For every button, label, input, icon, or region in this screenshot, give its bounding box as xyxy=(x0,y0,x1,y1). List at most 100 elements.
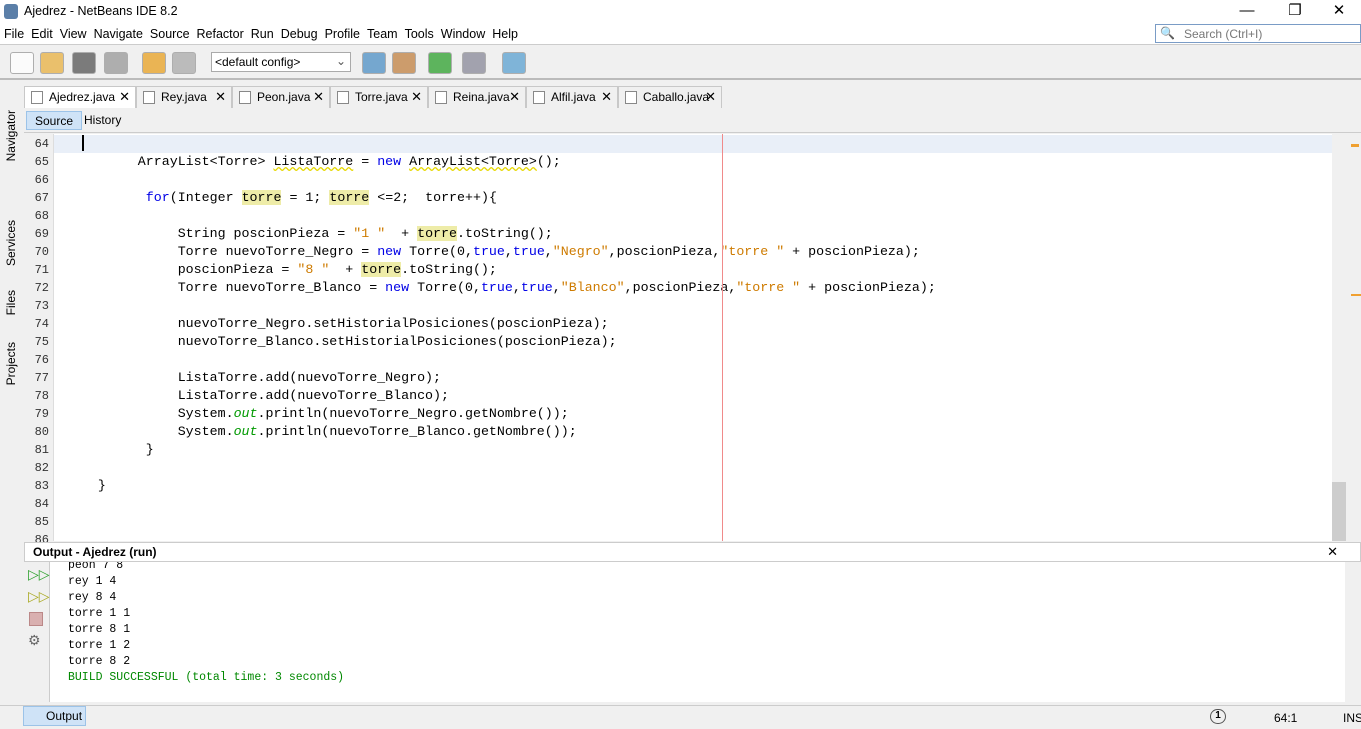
status-bar: 1 64:1 INS xyxy=(0,705,1361,729)
tab-alfil[interactable]: Alfil.java ✕ xyxy=(526,86,618,108)
new-project-icon[interactable] xyxy=(40,52,64,74)
current-line-highlight xyxy=(54,135,1332,153)
menu-run[interactable]: Run xyxy=(247,24,277,41)
tab-source[interactable]: Source xyxy=(26,111,83,130)
redo-icon[interactable] xyxy=(172,52,196,74)
menu-team[interactable]: Team xyxy=(363,24,401,41)
line-number: 73 xyxy=(34,299,49,313)
code-token: = 1; xyxy=(281,190,330,205)
new-file-icon[interactable] xyxy=(10,52,34,74)
code-token: , xyxy=(544,244,553,259)
editor-scrollbar[interactable] xyxy=(1332,134,1361,541)
code-token: , xyxy=(512,280,521,295)
build-result: BUILD SUCCESSFUL (total time: 3 seconds) xyxy=(68,671,345,684)
sidebar-files[interactable]: Files xyxy=(4,290,18,315)
config-select[interactable]: <default config> ⌄ xyxy=(211,52,351,72)
code-editor[interactable]: ArrayList<Torre> ListaTorre = new ArrayL… xyxy=(54,134,1332,541)
caret-position: 64:1 xyxy=(1274,711,1298,725)
save-all-icon[interactable] xyxy=(104,52,128,74)
code-token: "Blanco" xyxy=(560,280,625,295)
right-margin-line xyxy=(722,134,723,541)
line-number: 76 xyxy=(34,353,49,367)
line-number: 77 xyxy=(34,371,49,385)
tab-ajedrez[interactable]: Ajedrez.java ✕ xyxy=(24,86,136,108)
menu-tools[interactable]: Tools xyxy=(401,24,437,41)
tab-close-icon[interactable]: ✕ xyxy=(509,89,520,105)
minimize-button[interactable]: — xyxy=(1224,0,1270,24)
output-actions: ▷▷ ▷▷ ⚙ xyxy=(24,562,50,702)
code-token: , xyxy=(504,244,513,259)
rerun-icon[interactable]: ▷▷ xyxy=(28,566,50,583)
undo-icon[interactable] xyxy=(142,52,166,74)
stop-icon[interactable] xyxy=(29,612,43,626)
close-button[interactable]: ✕ xyxy=(1316,0,1361,24)
code-token: Torre nuevoTorre_Blanco = xyxy=(58,280,386,295)
tab-rey[interactable]: Rey.java ✕ xyxy=(136,86,232,108)
output-scrollbar[interactable] xyxy=(1345,562,1361,702)
tab-peon[interactable]: Peon.java ✕ xyxy=(232,86,330,108)
tab-close-icon[interactable]: ✕ xyxy=(601,89,612,105)
code-line: } xyxy=(58,441,154,459)
clean-build-icon[interactable] xyxy=(392,52,416,74)
tab-close-icon[interactable]: ✕ xyxy=(119,89,130,105)
sidebar-services[interactable]: Services xyxy=(4,220,18,266)
profile-icon[interactable] xyxy=(502,52,526,74)
restore-button[interactable]: ❐ xyxy=(1272,0,1318,24)
code-line: Torre nuevoTorre_Negro = new Torre(0,tru… xyxy=(58,243,920,261)
tab-torre[interactable]: Torre.java ✕ xyxy=(330,86,428,108)
code-line: nuevoTorre_Blanco.setHistorialPosiciones… xyxy=(58,333,617,351)
code-token: ArrayList<Torre> xyxy=(58,154,274,169)
code-token: (Integer xyxy=(169,190,242,205)
menu-navigate[interactable]: Navigate xyxy=(90,24,146,41)
scroll-thumb[interactable] xyxy=(1332,482,1346,541)
tab-close-icon[interactable]: ✕ xyxy=(215,89,226,105)
window-title: Ajedrez - NetBeans IDE 8.2 xyxy=(24,4,178,18)
warning-marker[interactable] xyxy=(1351,144,1359,147)
search-input[interactable]: 🔍 Search (Ctrl+I) xyxy=(1155,24,1361,43)
menu-file[interactable]: File xyxy=(0,24,27,41)
menu-debug[interactable]: Debug xyxy=(277,24,321,41)
tab-history[interactable]: History xyxy=(76,111,129,130)
code-token: "Negro" xyxy=(552,244,609,259)
code-token: ListaTorre.add(nuevoTorre_Negro); xyxy=(58,370,442,385)
sidebar-navigator[interactable]: Navigator xyxy=(4,110,18,161)
code-line: String poscionPieza = "1 " + torre.toStr… xyxy=(58,225,553,243)
menu-view[interactable]: View xyxy=(56,24,90,41)
java-file-icon xyxy=(337,91,349,104)
menu-profile[interactable]: Profile xyxy=(321,24,363,41)
line-number: 70 xyxy=(34,245,49,259)
output-console[interactable]: peon 7 8 rey 1 4 rey 8 4 torre 1 1 torre 8 1… xyxy=(50,562,1345,702)
code-token: .toString(); xyxy=(401,262,497,277)
menu-window[interactable]: Window xyxy=(437,24,488,41)
build-icon[interactable] xyxy=(362,52,386,74)
warning-marker[interactable] xyxy=(1351,294,1361,296)
output-close-icon[interactable]: ✕ xyxy=(1327,544,1338,560)
tab-reina[interactable]: Reina.java ✕ xyxy=(428,86,526,108)
tab-close-icon[interactable]: ✕ xyxy=(313,89,324,105)
rerun-with-params-icon[interactable]: ▷▷ xyxy=(28,588,50,605)
code-line: Torre nuevoTorre_Blanco = new Torre(0,tr… xyxy=(58,279,936,297)
code-token: torre xyxy=(361,262,402,277)
settings-icon[interactable]: ⚙ xyxy=(28,632,41,649)
tab-caballo[interactable]: Caballo.java ✕ xyxy=(618,86,722,108)
menu-edit[interactable]: Edit xyxy=(27,24,56,41)
line-number: 82 xyxy=(34,461,49,475)
tab-close-icon[interactable]: ✕ xyxy=(411,89,422,105)
code-token: } xyxy=(58,442,154,457)
code-token: Torre nuevoTorre_Negro = xyxy=(58,244,378,259)
line-number: 71 xyxy=(34,263,49,277)
tab-close-icon[interactable]: ✕ xyxy=(705,89,716,105)
output-window-tab[interactable]: Output xyxy=(23,706,86,726)
sidebar-projects[interactable]: Projects xyxy=(4,342,18,385)
caret xyxy=(82,135,84,151)
line-number: 65 xyxy=(34,155,49,169)
menu-help[interactable]: Help xyxy=(488,24,521,41)
code-line: ListaTorre.add(nuevoTorre_Blanco); xyxy=(58,387,449,405)
notifications-badge[interactable]: 1 xyxy=(1210,709,1226,724)
open-project-icon[interactable] xyxy=(72,52,96,74)
menu-refactor[interactable]: Refactor xyxy=(193,24,247,41)
title-bar: Ajedrez - NetBeans IDE 8.2 — ❐ ✕ xyxy=(0,0,1361,24)
run-icon[interactable] xyxy=(428,52,452,74)
debug-icon[interactable] xyxy=(462,52,486,74)
menu-source[interactable]: Source xyxy=(146,24,193,41)
